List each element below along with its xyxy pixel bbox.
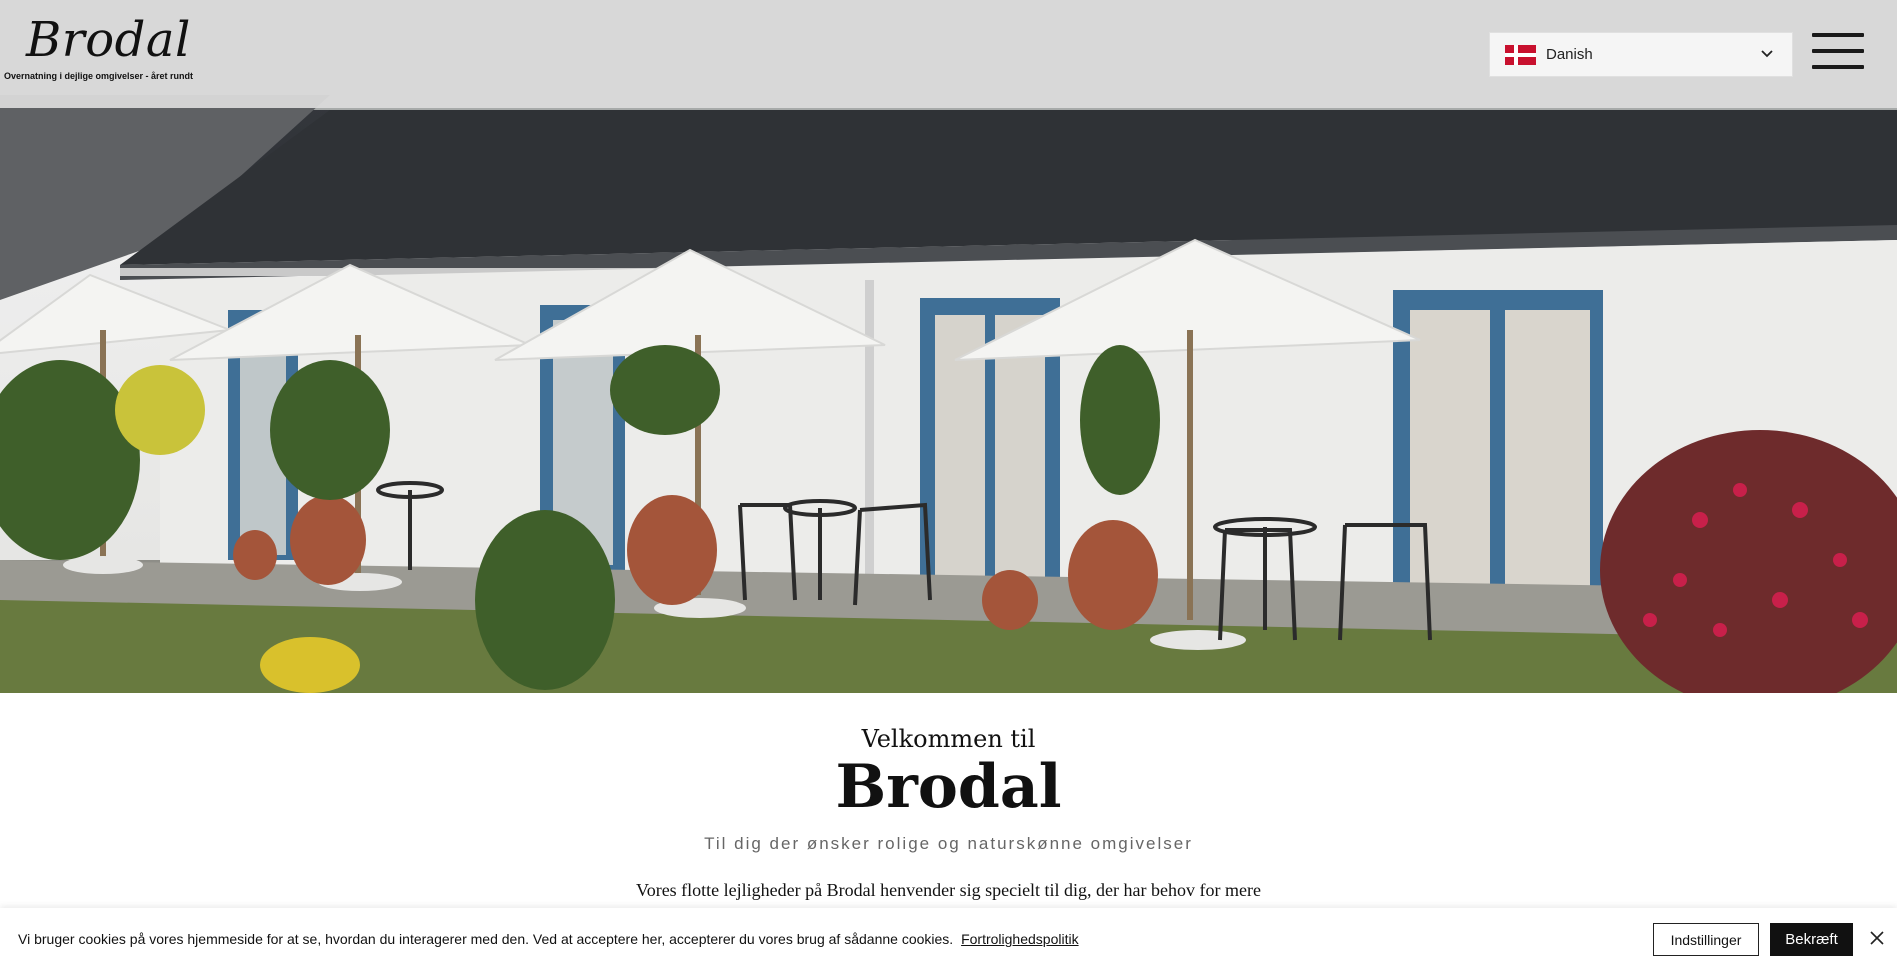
close-icon[interactable] xyxy=(1870,931,1884,945)
welcome-heading: Velkommen til xyxy=(861,725,1036,753)
privacy-policy-link[interactable]: Fortrolighedspolitik xyxy=(961,931,1079,947)
intro-paragraph: Vores flotte lejligheder på Brodal henve… xyxy=(636,880,1261,900)
cookie-message: Vi bruger cookies på vores hjemmeside fo… xyxy=(18,931,954,947)
page-subtitle: Til dig der ønsker rolige og naturskønne… xyxy=(704,834,1193,853)
page-title: Brodal xyxy=(835,752,1062,822)
language-selector[interactable]: Danish xyxy=(1489,32,1793,77)
cookie-banner: Vi bruger cookies på vores hjemmeside fo… xyxy=(0,908,1897,968)
site-tagline: Overnatning i dejlige omgivelser - året … xyxy=(4,71,194,81)
site-header: Brodal Overnatning i dejlige omgivelser … xyxy=(0,0,1897,108)
cookie-confirm-button[interactable]: Bekræft xyxy=(1770,923,1853,956)
cookie-text-wrap: Vi bruger cookies på vores hjemmeside fo… xyxy=(18,931,1079,947)
chevron-down-icon xyxy=(1761,50,1773,58)
hamburger-menu-icon[interactable] xyxy=(1812,33,1864,71)
denmark-flag-icon xyxy=(1505,44,1536,65)
cookie-settings-button[interactable]: Indstillinger xyxy=(1653,923,1759,956)
language-label: Danish xyxy=(1546,46,1593,63)
site-logo[interactable]: Brodal xyxy=(26,12,191,68)
